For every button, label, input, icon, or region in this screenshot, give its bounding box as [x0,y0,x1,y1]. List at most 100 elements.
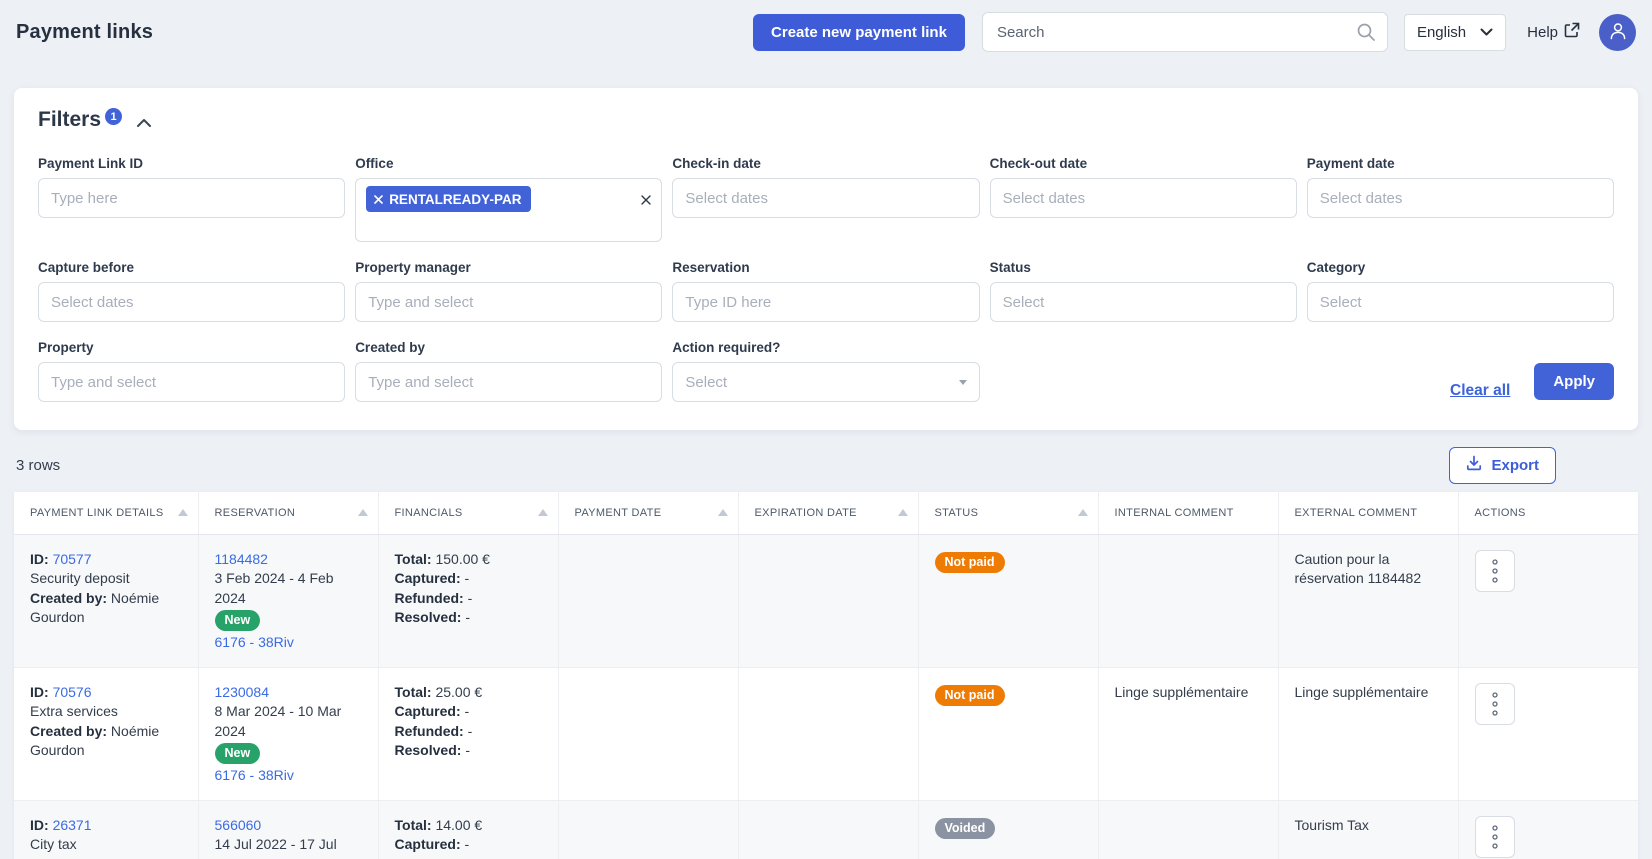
caret-down-icon [958,379,967,385]
row-actions-button[interactable] [1474,549,1515,592]
remove-tag-icon[interactable] [374,194,383,204]
column-header-payment-date: PAYMENT DATE [558,492,739,535]
payment-link-details-cell: ID: 70577 Security deposit Created by: N… [14,534,199,668]
check-out-date-input[interactable] [989,178,1297,218]
apply-button[interactable]: Apply [1534,363,1614,400]
language-select-value: English [1416,23,1467,41]
filter-field-reservation: Reservation [672,260,980,322]
field-label: Created by [355,340,425,355]
payment-link-id-link[interactable]: 26371 [53,817,92,833]
payment-links-table: PAYMENT LINK DETAILS RESERVATION FINANCI… [14,492,1638,859]
language-select[interactable]: English [1403,13,1507,51]
export-button[interactable]: Export [1449,446,1556,484]
table-row: ID: 70576 Extra services Created by: Noé… [14,667,1638,801]
office-tag-label: RENTALREADY-PAR [389,191,522,207]
filter-field-action-required: Action required? Select [672,340,980,402]
property-link[interactable]: 6176 - 38Riv [215,766,364,786]
field-label: Action required? [672,340,781,355]
search-input[interactable] [981,12,1388,52]
row-actions-button[interactable] [1474,682,1515,725]
filters-panel: Filters 1 Payment Link ID Office RENTALR… [14,88,1638,430]
action-required-select[interactable]: Select [672,362,980,402]
payment-link-category: Extra services [30,703,118,719]
clear-all-link[interactable]: Clear all [1450,382,1510,400]
reservation-id-link[interactable]: 1230084 [215,683,364,703]
reservation-id-link[interactable]: 566060 [215,816,364,836]
financials-cell: Total: 14.00 € Captured: - Refunded: - R… [378,800,559,859]
field-label: Property manager [355,260,471,275]
field-label: Check-out date [989,156,1088,171]
search-icon [1356,22,1376,45]
reservation-status-badge: New [214,610,261,631]
filter-field-created-by: Created by [355,340,663,402]
table-row: ID: 26371 City tax Created by: Igor Schm… [14,800,1638,859]
create-payment-link-button[interactable]: Create new payment link [753,13,965,51]
sort-asc-icon[interactable] [537,509,548,517]
filters-active-count-badge: 1 [105,108,123,125]
download-icon [1466,455,1482,475]
sort-asc-icon[interactable] [1077,509,1088,517]
reservation-id-link[interactable]: 1184482 [215,550,364,570]
user-avatar[interactable] [1599,13,1636,51]
status-select[interactable]: Select [989,282,1297,322]
sort-asc-icon[interactable] [717,509,728,517]
payment-link-id-link[interactable]: 70576 [53,684,92,700]
row-actions-button[interactable] [1474,815,1515,858]
capture-before-input[interactable] [38,282,346,322]
field-label: Payment Link ID [38,156,144,171]
external-comment-cell: Linge supplémentaire [1278,667,1459,801]
kebab-menu-icon [1491,691,1498,716]
status-cell: Not paid [918,534,1099,668]
chevron-up-icon[interactable] [136,115,152,131]
status-badge: Voided [934,817,996,839]
property-input[interactable] [38,362,346,402]
clear-field-icon[interactable] [641,192,652,208]
payment-link-details-cell: ID: 26371 City tax Created by: Igor Schm… [14,800,199,859]
payment-link-id-link[interactable]: 70577 [53,551,92,567]
reservation-cell: 566060 14 Jul 2022 - 17 Jul 2022 New 617… [198,800,379,859]
status-cell: Not paid [918,667,1099,801]
sort-asc-icon[interactable] [177,509,188,517]
sort-asc-icon[interactable] [897,509,908,517]
reservation-status-badge: New [214,743,261,764]
field-label: Payment date [1306,156,1395,171]
chevron-down-icon [1480,24,1493,41]
actions-cell [1458,800,1638,859]
filter-field-check-in-date: Check-in date [672,156,980,242]
status-badge: Not paid [934,684,1005,706]
office-multiselect[interactable]: RENTALREADY-PAR [355,178,663,242]
column-header-reservation: RESERVATION [198,492,379,535]
reservation-cell: 1184482 3 Feb 2024 - 4 Feb 2024 New 6176… [198,534,379,668]
payment-date-input[interactable] [1306,178,1614,218]
reservation-input[interactable] [672,282,980,322]
payment-link-details-cell: ID: 70576 Extra services Created by: Noé… [14,667,199,801]
payment-link-category: City tax [30,836,77,852]
payment-date-cell [558,800,739,859]
page-title: Payment links [16,20,154,43]
filter-field-category: Category Select [1306,260,1614,322]
filter-field-property: Property [38,340,346,402]
filter-field-capture-before: Capture before [38,260,346,322]
reservation-dates: 3 Feb 2024 - 4 Feb 2024 [214,570,334,606]
payment-link-id-input[interactable] [38,178,346,218]
payment-date-cell [558,667,739,801]
created-by-input[interactable] [355,362,663,402]
help-link-label: Help [1527,23,1558,41]
help-link[interactable]: Help [1527,22,1580,42]
payment-date-cell [558,534,739,668]
rows-count: 3 rows [16,456,61,474]
column-header-actions: ACTIONS [1458,492,1638,535]
user-icon [1608,21,1628,44]
property-link[interactable]: 6176 - 38Riv [215,633,364,653]
field-label: Capture before [38,260,135,275]
field-label: Property [38,340,94,355]
sort-asc-icon[interactable] [357,509,368,517]
status-cell: Voided [918,800,1099,859]
filter-field-property-manager: Property manager [355,260,663,322]
category-select[interactable]: Select [1306,282,1614,322]
property-manager-input[interactable] [355,282,663,322]
reservation-dates: 8 Mar 2024 - 10 Mar 2024 [214,703,342,739]
column-header-payment-link-details: PAYMENT LINK DETAILS [14,492,199,535]
check-in-date-input[interactable] [672,178,980,218]
column-header-expiration-date: EXPIRATION DATE [738,492,919,535]
